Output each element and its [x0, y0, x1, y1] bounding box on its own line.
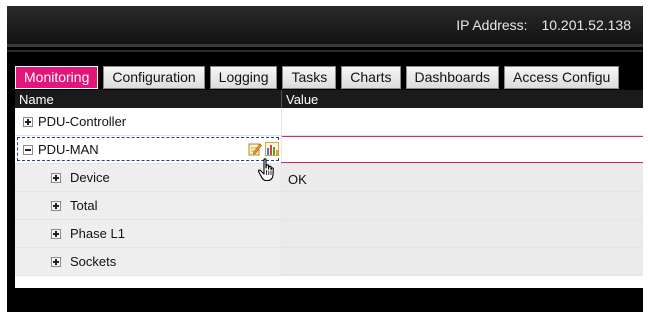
column-header-name[interactable]: Name: [19, 92, 54, 107]
divider: [7, 44, 643, 47]
footer-bar: [7, 288, 643, 312]
tab-logging[interactable]: Logging: [209, 66, 278, 89]
name-cell: Phase L1: [15, 220, 281, 247]
name-cell: PDU-Controller: [15, 108, 281, 135]
chart-icon[interactable]: [265, 142, 279, 156]
divider: [7, 50, 643, 52]
expand-icon[interactable]: [23, 117, 33, 127]
name-cell: PDU-MAN: [15, 136, 281, 163]
collapse-icon[interactable]: [23, 145, 33, 155]
expand-icon[interactable]: [51, 257, 61, 267]
name-cell: Sockets: [15, 248, 281, 275]
value-cell: [281, 136, 643, 163]
tab-charts[interactable]: Charts: [341, 66, 401, 89]
value-cell: [281, 248, 643, 275]
grid-header: Name Value: [15, 90, 643, 108]
main-tabs: Monitoring Configuration Logging Tasks C…: [15, 66, 620, 89]
tab-monitoring[interactable]: Monitoring: [15, 66, 99, 89]
value-cell: OK: [281, 164, 643, 191]
row-label: Phase L1: [70, 226, 125, 241]
tab-dashboards[interactable]: Dashboards: [405, 66, 500, 89]
top-bar: IP Address: 10.201.52.138: [7, 6, 643, 44]
tree-row-sockets[interactable]: Sockets: [15, 248, 643, 276]
value-cell: [281, 220, 643, 247]
tree-grid: Name Value PDU-Controller PDU-MAN Device…: [15, 90, 643, 288]
edit-icon[interactable]: [248, 142, 262, 156]
ip-address-label: IP Address:: [456, 17, 528, 33]
hand-cursor-icon: [257, 158, 274, 182]
name-cell: Total: [15, 192, 281, 219]
expand-icon[interactable]: [51, 229, 61, 239]
expand-icon[interactable]: [51, 173, 61, 183]
value-cell: [281, 108, 643, 135]
row-value: OK: [288, 172, 307, 187]
row-label: PDU-Controller: [38, 114, 127, 129]
tab-tasks[interactable]: Tasks: [282, 66, 337, 89]
selection-line: [281, 162, 643, 163]
tree-row-phase-l1[interactable]: Phase L1: [15, 220, 643, 248]
row-label: Sockets: [70, 254, 117, 269]
tab-configuration[interactable]: Configuration: [103, 66, 205, 89]
app-window: IP Address: 10.201.52.138 Monitoring Con…: [7, 6, 643, 312]
name-cell: Device: [15, 164, 281, 191]
expand-icon[interactable]: [51, 201, 61, 211]
column-header-value[interactable]: Value: [286, 92, 318, 107]
ip-address-value: 10.201.52.138: [541, 17, 631, 33]
value-cell: [281, 192, 643, 219]
row-label: Total: [70, 198, 98, 213]
row-label: PDU-MAN: [38, 142, 99, 157]
tree-row-pdu-controller[interactable]: PDU-Controller: [15, 108, 643, 136]
column-divider[interactable]: [281, 90, 282, 108]
row-label: Device: [70, 170, 110, 185]
tree-row-pdu-man[interactable]: PDU-MAN: [15, 136, 643, 164]
tree-row-total[interactable]: Total: [15, 192, 643, 220]
tab-access-configuration[interactable]: Access Configu: [504, 66, 620, 89]
tree-row-device[interactable]: Device OK: [15, 164, 643, 192]
ip-address: IP Address: 10.201.52.138: [456, 17, 631, 33]
